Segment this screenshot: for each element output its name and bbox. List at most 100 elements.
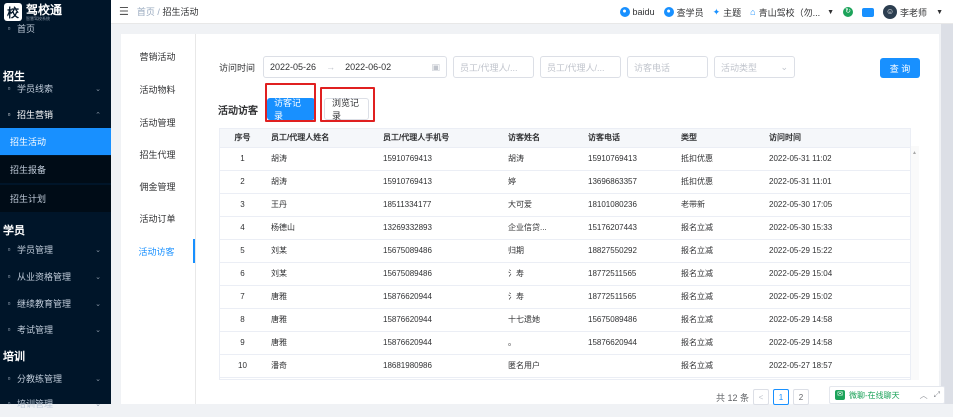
sidebar-item-label: 招生计划 (10, 194, 47, 204)
sidebar-item-6[interactable]: 招生计划 (0, 185, 111, 212)
subnav-agents[interactable]: 招生代理 (120, 142, 195, 166)
message-icon[interactable] (862, 7, 875, 17)
table-row[interactable]: 7 唐雅 15876620944 氵寿 18772511565 报名立减 2022-05-2… (220, 285, 910, 309)
sidebar-item-13[interactable]: ▫ 分教练管理 ⌄ (0, 365, 111, 392)
date-end: 2022-06-02 (345, 62, 392, 72)
table-cell: 2022-05-30 15:33 (763, 216, 910, 240)
table-cell: 18101080236 (582, 193, 675, 217)
page-2-button[interactable]: 2 (793, 389, 810, 405)
sidebar-item-2[interactable]: ▫ 学员线索 ⌄ (0, 75, 111, 102)
expand-icon[interactable]: ⤢ (934, 390, 940, 401)
table-cell: 2022-05-29 15:04 (763, 262, 910, 286)
sidebar-item-label: 分教练管理 (17, 374, 63, 384)
table-cell: 15675089486 (582, 308, 675, 332)
subnav-orders[interactable]: 活动订单 (120, 206, 195, 230)
menu-toggle-icon[interactable]: ☰ (119, 5, 129, 18)
table-cell: 报名立减 (675, 354, 763, 378)
subnav-commission[interactable]: 佣金管理 (120, 174, 195, 198)
sidebar-item-0[interactable]: ▫ 首页 (0, 15, 111, 42)
table-scrollbar[interactable]: ▲ (911, 146, 919, 380)
table-cell: 报名立减 (675, 331, 763, 355)
column-header: 类型 (675, 129, 763, 148)
subnav-materials[interactable]: 活动物料 (120, 77, 195, 101)
exam-icon: ▫ (7, 325, 11, 334)
activity-type-select[interactable]: 活动类型 ⌄ (714, 56, 796, 78)
table-cell: 18772511565 (582, 285, 675, 309)
table-cell: 18827550292 (582, 239, 675, 263)
sidebar: 校 驾校通 智慧驾校系统 ▫ 首页 招生 ▫ 学员线索 ⌄ ▫ 招生营销 ⌃ 招生活动 招生报备 招生… (0, 0, 111, 409)
page-1-button[interactable]: 1 (773, 389, 790, 405)
table-row[interactable]: 4 杨德山 13269332893 企业信贷... 15176207443 报名立减 202… (220, 216, 910, 240)
table-cell: 2 (220, 170, 265, 194)
sidebar-item-9[interactable]: ▫ 从业资格管理 ⌄ (0, 263, 111, 290)
table-row[interactable]: 3 王丹 18511334177 大可爱 18101080236 老带新 2022-05-3… (220, 193, 910, 217)
chevron-up-icon: ⌃ (95, 111, 101, 119)
sidebar-item-3[interactable]: ▫ 招生营销 ⌃ (0, 101, 111, 128)
date-range-picker[interactable]: 2022-05-26 → 2022-06-02 ▣ (263, 56, 448, 78)
table-row[interactable]: 8 唐雅 15876620944 十七遗她 15675089486 报名立减 2022-05… (220, 308, 910, 332)
table-cell: 7 (220, 285, 265, 309)
calendar-icon: ▣ (431, 61, 441, 72)
baidu-link[interactable]: ● baidu (619, 7, 655, 17)
search-student-link[interactable]: ● 查学员 (663, 6, 704, 19)
table-row[interactable]: 6 刘某 15675089486 氵寿 18772511565 报名立减 2022-05-2… (220, 262, 910, 286)
column-header: 员工/代理人姓名 (265, 129, 377, 148)
table-cell: 15910769413 (377, 147, 502, 171)
table-cell: 15675089486 (377, 239, 502, 263)
chevron-up-icon[interactable]: ︿ (920, 390, 928, 401)
sidebar-item-label: 从业资格管理 (17, 272, 72, 282)
user-menu[interactable]: ☺ 李老师 ▼ (883, 5, 943, 19)
table-row[interactable]: 10 潘奇 18681980986 匿名用户 报名立减 2022-05-27 18:57 (220, 354, 910, 378)
table-cell: 报名立减 (675, 239, 763, 263)
breadcrumb-home[interactable]: 首页 (137, 7, 155, 17)
page-scrollbar[interactable] (941, 24, 953, 404)
table-cell: 婷 (502, 170, 582, 194)
table-cell: 老带新 (675, 193, 763, 217)
table-cell: 报名立减 (675, 262, 763, 286)
total-count: 共 12 条 (716, 392, 750, 403)
column-header: 序号 (220, 129, 265, 148)
theme-link[interactable]: ✦ 主题 (713, 6, 742, 19)
table-row[interactable]: 9 唐雅 15876620944。 15876620944 报名立减 2022-05-29… (220, 331, 910, 355)
prev-page-button[interactable]: < (753, 389, 770, 405)
sidebar-item-5[interactable]: 招生报备 (0, 156, 111, 183)
school-selector[interactable]: ⌂ 青山驾校（勿... ▼ (750, 6, 834, 19)
sidebar-item-8[interactable]: ▫ 学员管理 ⌄ (0, 236, 111, 263)
table-cell: 15876620944 (377, 331, 502, 355)
visitor-phone-input[interactable]: 访客电话 (627, 56, 709, 78)
chevron-down-icon: ⌄ (95, 375, 101, 383)
agent-filter-input-1[interactable]: 员工/代理人/... (453, 56, 535, 78)
baidu-icon: ● (619, 7, 630, 17)
sidebar-item-11[interactable]: ▫ 考试管理 ⌄ (0, 316, 111, 343)
table-cell: 15910769413 (582, 147, 675, 171)
table-row[interactable]: 1 胡涛 15910769413 胡涛 15910769413 抵扣优惠 2022-05-3… (220, 147, 910, 171)
table-cell: 胡涛 (502, 147, 582, 171)
home-icon: ▫ (7, 24, 11, 33)
table-cell: 唐雅 (265, 285, 377, 309)
subnav-activity-manage[interactable]: 活动管理 (120, 110, 195, 134)
scroll-up-icon[interactable]: ▲ (912, 150, 917, 156)
sidebar-item-label: 考试管理 (17, 325, 54, 335)
sidebar-item-10[interactable]: ▫ 继续教育管理 ⌄ (0, 290, 111, 317)
query-button[interactable]: 查 询 (880, 58, 920, 78)
column-header: 访客姓名 (502, 129, 582, 148)
table-cell: 1 (220, 147, 265, 171)
subnav-visitors[interactable]: 活动访客 (120, 239, 195, 263)
table-row[interactable]: 2 胡涛 15910769413 婷 13696863357 抵扣优惠 2022-05-31… (220, 170, 910, 194)
chevron-down-icon: ⌄ (95, 326, 101, 334)
table-cell: 15176207443 (582, 216, 675, 240)
table-cell: 报名立减 (675, 216, 763, 240)
table-cell: 报名立减 (675, 308, 763, 332)
agent-filter-input-2[interactable]: 员工/代理人/... (540, 56, 622, 78)
refresh-icon[interactable]: ↻ (843, 7, 854, 17)
sidebar-item-4[interactable]: 招生活动 (0, 128, 111, 155)
top-header: ☰ 首页 / 招生活动 ● baidu ● 查学员 ✦ 主题 ⌂ 青山驾校（勿... ▼ … (111, 0, 953, 24)
table-row[interactable]: 5 刘某 15675089486 归期 18827550292 报名立减 2022-05-2… (220, 239, 910, 263)
avatar: ☺ (883, 5, 898, 19)
chevron-down-icon: ⌄ (95, 85, 101, 93)
table-cell: 18511334177 (377, 193, 502, 217)
visitor-table: 序号 员工/代理人姓名 员工/代理人手机号 访客姓名 访客电话 类型 访问时间 1 胡涛 159… (219, 128, 911, 380)
online-chat-widget[interactable]: ✉ 微聊-在线聊天 ︿ ⤢ (829, 386, 945, 404)
table-cell: 8 (220, 308, 265, 332)
subnav-marketing[interactable]: 营销活动 (120, 44, 195, 68)
